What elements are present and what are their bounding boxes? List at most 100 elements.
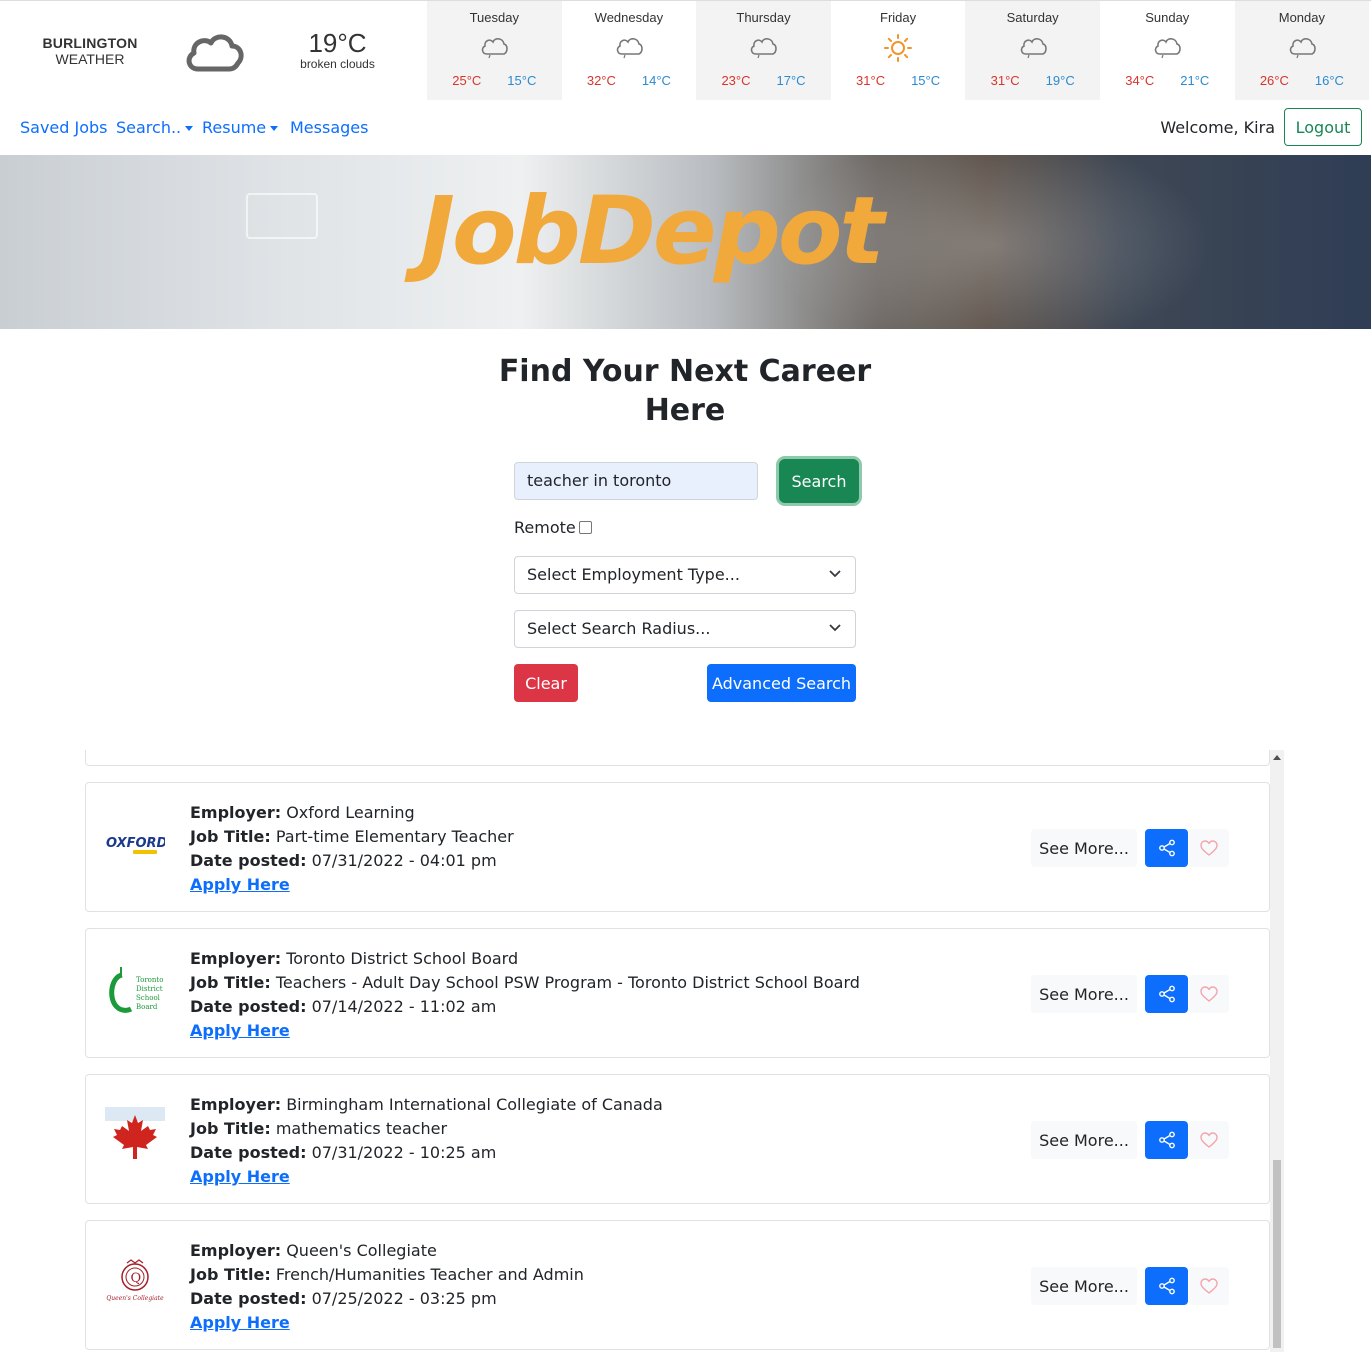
nav-resume-label: Resume [202,118,267,137]
day-name: Monday [1278,10,1325,25]
forecast-day: Tuesday 25°C 15°C [427,1,562,100]
oxford-logo-text: OXFORD [106,836,165,851]
chart-monitor-icon [246,193,318,239]
chevron-down-icon [829,570,841,578]
remote-label: Remote [514,518,576,537]
temp-high: 31°C [856,73,886,88]
search-button[interactable]: Search [779,459,859,503]
share-button[interactable] [1145,975,1188,1013]
forecast-day: Monday 26°C 16°C [1234,1,1370,100]
forecast-day: Friday 31°C 15°C [831,1,966,100]
heart-icon [1200,1278,1218,1294]
temp-low: 15°C [507,73,537,88]
forecast-day: Thursday 23°C 17°C [696,1,831,100]
svg-text:Q: Q [131,1271,142,1286]
job-results-list[interactable]: OXFORD Employer: Oxford Learning Job Tit… [85,750,1285,1352]
job-date: 07/31/2022 - 10:25 am [311,1143,497,1162]
heart-icon [1200,1132,1218,1148]
see-more-button[interactable]: See More... [1031,1121,1137,1159]
search-radius-value: Select Search Radius... [527,619,711,638]
job-info: Employer: Oxford Learning Job Title: Par… [190,803,514,894]
search-input[interactable]: teacher in toronto [514,462,758,500]
share-icon [1158,1131,1175,1149]
queens-logo-text: Queen's Collegiate [106,1295,164,1302]
navbar: Saved Jobs Search.. Resume Messages Welc… [0,100,1371,155]
jobdepot-logo: JobDepot [420,177,884,286]
employment-type-value: Select Employment Type... [527,565,740,584]
scroll-up-arrow-icon[interactable] [1273,755,1281,760]
favorite-button[interactable] [1189,975,1229,1013]
share-button[interactable] [1145,829,1188,867]
weather-widget: BURLINGTON WEATHER 19°C broken clouds Tu… [0,0,1371,100]
day-name: Saturday [1006,10,1059,25]
favorite-button[interactable] [1189,1267,1229,1305]
temp-high: 26°C [1259,73,1289,88]
temp-high: 32°C [586,73,616,88]
share-icon [1158,1277,1175,1295]
day-name: Tuesday [469,10,519,25]
page-title: Find Your Next Career Here [498,354,872,428]
logout-button[interactable]: Logout [1284,108,1362,146]
nav-saved-jobs[interactable]: Saved Jobs [20,118,108,137]
nav-search-label: Search.. [116,118,182,137]
job-card-partial [85,750,1270,766]
results-scrollbar[interactable] [1270,750,1284,1352]
search-radius-select[interactable]: Select Search Radius... [514,610,856,648]
chevron-down-icon [829,624,841,632]
apply-link[interactable]: Apply Here [190,1021,290,1040]
temp-low: 19°C [1045,73,1075,88]
nav-messages[interactable]: Messages [290,118,368,137]
caret-down-icon [270,126,279,131]
cloud-rain-icon [1100,33,1235,63]
day-name: Friday [880,10,917,25]
temp-low: 15°C [911,73,941,88]
share-button[interactable] [1145,1121,1188,1159]
current-temp: 19°C [308,28,367,58]
see-more-button[interactable]: See More... [1031,829,1137,867]
see-more-button[interactable]: See More... [1031,975,1137,1013]
job-date: 07/14/2022 - 11:02 am [311,997,497,1016]
welcome-text: Welcome, Kira [1160,118,1275,137]
apply-link[interactable]: Apply Here [190,1313,290,1332]
cloud-rain-icon [427,33,562,63]
job-employer: Queen's Collegiate [286,1241,437,1260]
favorite-button[interactable] [1189,829,1229,867]
maple-leaf-logo [104,1105,166,1167]
heart-icon [1200,840,1218,856]
tdsb-logo: Toronto District School Board [104,959,166,1021]
svg-text:District: District [136,985,163,993]
temp-low: 17°C [776,73,806,88]
queens-collegiate-logo: Q Queen's Collegiate [104,1251,166,1313]
job-card: Toronto District School Board Employer: … [85,928,1270,1058]
share-button[interactable] [1145,1267,1188,1305]
remote-checkbox[interactable] [579,521,592,534]
temp-low: 14°C [641,73,671,88]
current-weather: 19°C broken clouds [290,29,385,71]
svg-text:School: School [136,994,161,1002]
forecast-day: Saturday 31°C 19°C [965,1,1100,100]
apply-link[interactable]: Apply Here [190,875,290,894]
temp-high: 34°C [1125,73,1155,88]
employment-type-select[interactable]: Select Employment Type... [514,556,856,594]
share-icon [1158,839,1175,857]
clear-button[interactable]: Clear [514,664,578,702]
job-employer: Toronto District School Board [286,949,519,968]
oxford-learning-logo: OXFORD [104,813,166,875]
see-more-button[interactable]: See More... [1031,1267,1137,1305]
heart-icon [1200,986,1218,1002]
advanced-search-button[interactable]: Advanced Search [707,664,856,702]
scrollbar-thumb[interactable] [1273,1160,1281,1348]
job-card: Q Queen's Collegiate Employer: Queen's C… [85,1220,1270,1350]
job-info: Employer: Toronto District School Board … [190,949,860,1040]
job-employer: Oxford Learning [286,803,415,822]
nav-resume-dropdown[interactable]: Resume [202,118,279,137]
job-info: Employer: Birmingham International Colle… [190,1095,663,1186]
nav-search-dropdown[interactable]: Search.. [116,118,194,137]
favorite-button[interactable] [1189,1121,1229,1159]
job-title: Teachers - Adult Day School PSW Program … [275,973,860,992]
sun-icon [831,33,966,63]
forecast-day: Wednesday 32°C 14°C [562,1,697,100]
cloud-rain-icon [562,33,697,63]
job-card: OXFORD Employer: Oxford Learning Job Tit… [85,782,1270,912]
apply-link[interactable]: Apply Here [190,1167,290,1186]
